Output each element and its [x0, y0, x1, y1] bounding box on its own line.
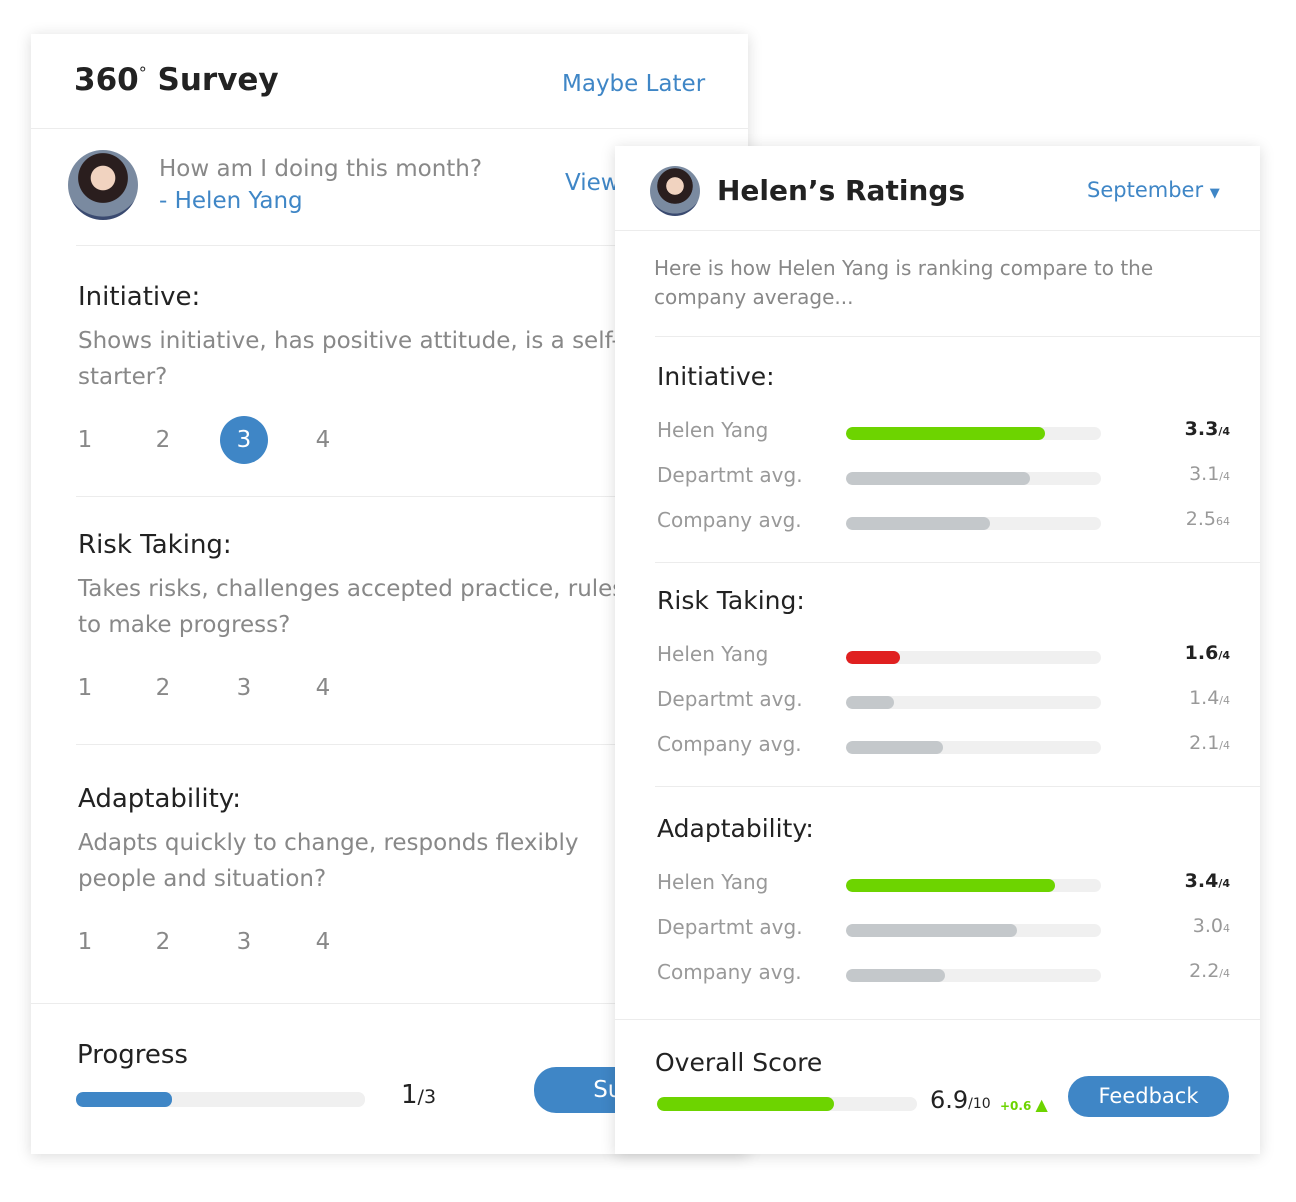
progress-count: 1/3: [401, 1080, 437, 1110]
rating-bar: [846, 741, 1101, 754]
rating-row-label: Departmt avg.: [657, 687, 803, 711]
rating-option-1[interactable]: 1: [61, 918, 109, 966]
rating-option-4[interactable]: 4: [299, 416, 347, 464]
caret-down-icon: ▼: [1209, 186, 1220, 201]
rating-row-label: Departmt avg.: [657, 463, 803, 487]
rating-option-1[interactable]: 1: [61, 664, 109, 712]
overall-score-value: 6.9/10: [930, 1086, 991, 1114]
overall-score-label: Overall Score: [655, 1048, 823, 1077]
rating-value: 1.6/4: [1184, 642, 1230, 664]
rating-value: 3.4/4: [1184, 870, 1230, 892]
month-dropdown[interactable]: September ▼: [1087, 178, 1220, 202]
rating-value: 3.04: [1192, 915, 1230, 937]
survey-title: 360° Survey: [74, 62, 279, 98]
rating-bar: [846, 696, 1101, 709]
rating-value: 2.1/4: [1189, 732, 1230, 754]
ratings-description: Here is how Helen Yang is ranking compar…: [654, 256, 1154, 309]
rating-value: 1.4/4: [1189, 687, 1230, 709]
rating-bar: [846, 651, 1101, 664]
section-title: Initiative:: [657, 362, 775, 391]
maybe-later-link[interactable]: Maybe Later: [562, 71, 705, 97]
question-text: Adapts quickly to change, responds flexi…: [78, 830, 579, 892]
question-title: Risk Taking:: [78, 530, 232, 560]
author-link[interactable]: - Helen Yang: [159, 188, 303, 214]
rating-row-label: Departmt avg.: [657, 915, 803, 939]
rating-option-3[interactable]: 3: [220, 918, 268, 966]
rating-bar: [846, 879, 1101, 892]
ratings-card: Helen’s Ratings September ▼ Here is how …: [615, 146, 1260, 1154]
rating-option-2[interactable]: 2: [139, 416, 187, 464]
overall-score-bar: [657, 1097, 917, 1111]
survey-prompt: How am I doing this month?: [159, 156, 483, 182]
rating-option-1[interactable]: 1: [61, 416, 109, 464]
rating-option-2[interactable]: 2: [139, 918, 187, 966]
section-title: Adaptability:: [657, 814, 814, 843]
rating-option-3[interactable]: 3: [220, 416, 268, 464]
rating-value: 2.2/4: [1189, 960, 1230, 982]
question-text: Takes risks, challenges accepted practic…: [78, 576, 625, 638]
rating-bar: [846, 472, 1101, 485]
rating-row-label: Helen Yang: [657, 870, 769, 894]
rating-value: 3.1/4: [1189, 463, 1230, 485]
rating-bar: [846, 924, 1101, 937]
rating-row-label: Helen Yang: [657, 642, 769, 666]
question-text: Shows initiative, has positive attitude,…: [78, 328, 620, 390]
rating-bar: [846, 517, 1101, 530]
rating-option-2[interactable]: 2: [139, 664, 187, 712]
ratings-title: Helen’s Ratings: [717, 174, 966, 207]
rating-row-label: Company avg.: [657, 508, 802, 532]
view-link[interactable]: View: [565, 170, 620, 196]
arrow-up-icon: ▲: [1035, 1095, 1048, 1114]
avatar: [650, 166, 700, 216]
progress-label: Progress: [77, 1040, 188, 1070]
rating-option-4[interactable]: 4: [299, 664, 347, 712]
rating-value: 2.564: [1185, 508, 1230, 530]
question-title: Adaptability:: [78, 784, 242, 814]
progress-bar: [76, 1092, 365, 1107]
rating-option-4[interactable]: 4: [299, 918, 347, 966]
rating-option-3[interactable]: 3: [220, 664, 268, 712]
rating-bar: [846, 969, 1101, 982]
feedback-button[interactable]: Feedback: [1068, 1076, 1229, 1117]
section-title: Risk Taking:: [657, 586, 805, 615]
avatar: [68, 150, 138, 220]
score-delta: +0.6 ▲: [1000, 1095, 1048, 1114]
rating-row-label: Helen Yang: [657, 418, 769, 442]
rating-value: 3.3/4: [1184, 418, 1230, 440]
rating-row-label: Company avg.: [657, 732, 802, 756]
question-title: Initiative:: [78, 282, 201, 312]
rating-row-label: Company avg.: [657, 960, 802, 984]
rating-bar: [846, 427, 1101, 440]
